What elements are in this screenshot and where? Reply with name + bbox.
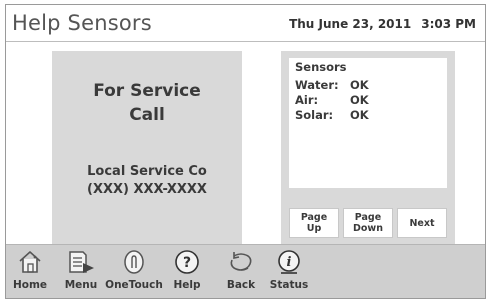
nav-help-button[interactable]: ? Help xyxy=(167,249,207,297)
nav-home-button[interactable]: Home xyxy=(8,249,52,297)
screen-frame: Help Sensors Thu June 23, 2011 3:03 PM Fo… xyxy=(5,4,486,299)
time-text: 3:03 PM xyxy=(421,17,476,31)
nav-menu-button[interactable]: Menu xyxy=(58,249,104,297)
date-text: Thu June 23, 2011 xyxy=(289,17,412,31)
sensors-title: Sensors xyxy=(295,60,347,74)
date-time: Thu June 23, 2011 3:03 PM xyxy=(289,17,476,31)
service-heading: For Service Call xyxy=(52,79,242,127)
menu-icon xyxy=(58,249,104,275)
sensor-status: OK xyxy=(350,78,369,92)
next-button[interactable]: Next xyxy=(397,208,447,238)
sensor-status: OK xyxy=(350,108,369,122)
pager: Page Up Page Down Next xyxy=(289,208,447,238)
nav-back-button[interactable]: Back xyxy=(219,249,263,297)
back-icon xyxy=(219,249,263,275)
sensors-list[interactable]: Sensors Water: OK Air: OK Solar: OK xyxy=(289,58,447,188)
nav-onetouch-button[interactable]: OneTouch xyxy=(102,249,166,297)
nav-label: Home xyxy=(12,279,48,291)
sensor-row-air: Air: OK xyxy=(295,93,441,108)
service-phone: (XXX) XXX-XXXX xyxy=(87,182,207,197)
sensors-panel: Sensors Water: OK Air: OK Solar: OK Page… xyxy=(281,51,455,244)
service-company: Local Service Co xyxy=(87,164,207,179)
help-icon: ? xyxy=(167,249,207,275)
page-title: Help Sensors xyxy=(12,11,152,35)
page-up-button[interactable]: Page Up xyxy=(289,208,339,238)
page-down-button[interactable]: Page Down xyxy=(343,208,393,238)
status-icon: i xyxy=(266,249,312,275)
header-bar: Help Sensors Thu June 23, 2011 3:03 PM xyxy=(6,5,485,42)
service-panel: For Service Call Local Service Co (XXX) … xyxy=(52,51,242,244)
sensor-name: Solar: xyxy=(295,108,334,122)
home-icon xyxy=(8,249,52,275)
sensor-name: Water: xyxy=(295,78,339,92)
nav-label: Help xyxy=(173,279,201,291)
svg-text:i: i xyxy=(287,255,292,270)
nav-label: OneTouch xyxy=(105,279,163,291)
nav-label: Back xyxy=(226,279,256,291)
nav-status-button[interactable]: i Status xyxy=(266,249,312,297)
nav-label: Status xyxy=(269,279,309,291)
svg-text:?: ? xyxy=(183,255,191,271)
sensor-row-water: Water: OK xyxy=(295,78,441,93)
main-content: For Service Call Local Service Co (XXX) … xyxy=(6,43,485,244)
sensor-status: OK xyxy=(350,93,369,107)
sensor-name: Air: xyxy=(295,93,319,107)
service-heading-line2: Call xyxy=(129,105,165,125)
onetouch-icon xyxy=(102,249,166,275)
service-contact: Local Service Co (XXX) XXX-XXXX xyxy=(52,163,242,199)
service-heading-line1: For Service xyxy=(93,81,201,101)
sensor-row-solar: Solar: OK xyxy=(295,108,441,123)
bottom-nav: Home Menu OneTouch ? Help Back i Status xyxy=(6,244,485,298)
nav-label: Menu xyxy=(64,279,98,291)
